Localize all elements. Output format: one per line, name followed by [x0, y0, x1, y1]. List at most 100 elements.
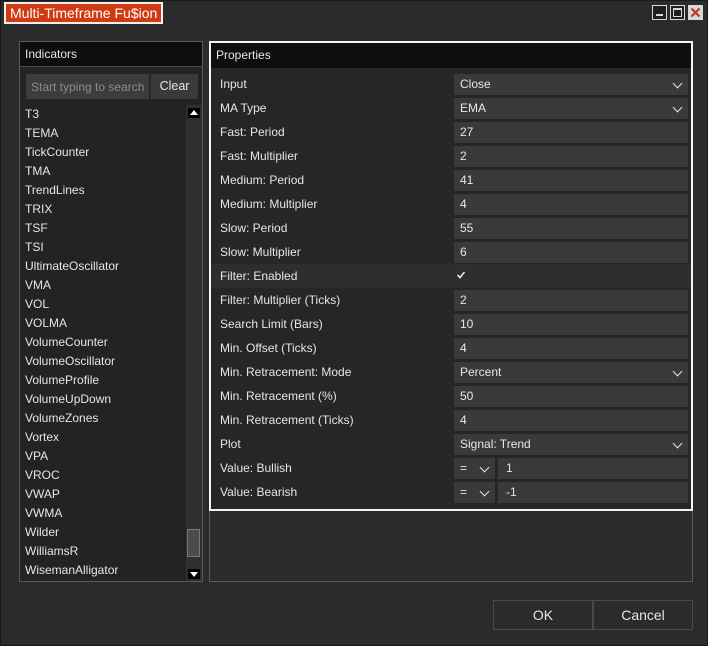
indicator-list-item[interactable]: WisemanAlligator: [20, 561, 186, 580]
slow-period-field[interactable]: 55: [454, 218, 688, 239]
property-label: Medium: Multiplier: [220, 197, 318, 211]
min-retracement-pct-field[interactable]: 50: [454, 386, 688, 407]
indicator-list-item[interactable]: VOL: [20, 295, 186, 314]
indicator-list-item[interactable]: TickCounter: [20, 143, 186, 162]
input-select[interactable]: Close: [454, 74, 688, 95]
ok-button[interactable]: OK: [493, 600, 593, 630]
property-row-min-retracement-ticks: Min. Retracement (Ticks) 4: [211, 408, 691, 432]
property-label: Min. Retracement (%): [220, 389, 337, 403]
scroll-down-icon[interactable]: [188, 569, 200, 579]
property-label: Search Limit (Bars): [220, 317, 323, 331]
title-bar[interactable]: Multi-Timeframe Fu$ion: [1, 1, 707, 25]
indicator-list-item[interactable]: TMA: [20, 162, 186, 181]
property-row-ma-type: MA Type EMA: [211, 96, 691, 120]
indicator-list-item[interactable]: TRIX: [20, 200, 186, 219]
indicator-list-item[interactable]: TSI: [20, 238, 186, 257]
dialog-window: Multi-Timeframe Fu$ion Indicators Clear …: [0, 0, 708, 646]
property-label: Plot: [220, 437, 241, 451]
clear-button[interactable]: Clear: [150, 74, 198, 99]
bearish-value-field[interactable]: -1: [498, 482, 688, 503]
property-row-search-limit: Search Limit (Bars) 10: [211, 312, 691, 336]
property-row-slow-period: Slow: Period 55: [211, 216, 691, 240]
filter-enabled-checkbox[interactable]: [454, 266, 688, 287]
checkmark-icon: [456, 271, 466, 279]
property-row-min-retracement-pct: Min. Retracement (%) 50: [211, 384, 691, 408]
indicator-list-item[interactable]: VWMA: [20, 504, 186, 523]
property-row-fast-multiplier: Fast: Multiplier 2: [211, 144, 691, 168]
property-label: Value: Bearish: [220, 485, 298, 499]
property-label: MA Type: [220, 101, 267, 115]
property-label: Slow: Multiplier: [220, 245, 301, 259]
window-title: Multi-Timeframe Fu$ion: [4, 2, 164, 24]
ma-type-select[interactable]: EMA: [454, 98, 688, 119]
search-input[interactable]: [26, 74, 149, 99]
property-row-min-offset: Min. Offset (Ticks) 4: [211, 336, 691, 360]
property-row-value-bullish: Value: Bullish = 1: [211, 456, 691, 480]
indicator-list-item[interactable]: T3: [20, 105, 186, 124]
minimize-icon[interactable]: [652, 5, 667, 20]
indicator-search: Clear: [26, 74, 198, 99]
property-row-medium-period: Medium: Period 41: [211, 168, 691, 192]
indicator-list-item[interactable]: Wilder: [20, 523, 186, 542]
properties-panel: Properties Input Close MA Type EMA Fast:…: [209, 41, 693, 511]
property-label: Fast: Period: [220, 125, 285, 139]
property-label: Slow: Period: [220, 221, 288, 235]
min-retracement-ticks-field[interactable]: 4: [454, 410, 688, 431]
medium-period-field[interactable]: 41: [454, 170, 688, 191]
scroll-thumb[interactable]: [187, 529, 200, 557]
property-label: Fast: Multiplier: [220, 149, 299, 163]
bullish-operator-select[interactable]: =: [454, 458, 495, 479]
fast-period-field[interactable]: 27: [454, 122, 688, 143]
bullish-value-field[interactable]: 1: [498, 458, 688, 479]
indicators-header: Indicators: [20, 42, 202, 67]
property-row-fast-period: Fast: Period 27: [211, 120, 691, 144]
min-retracement-mode-select[interactable]: Percent: [454, 362, 688, 383]
indicator-list-item[interactable]: VPA: [20, 447, 186, 466]
indicators-panel: Indicators Clear T3TEMATickCounterTMATre…: [19, 41, 203, 582]
property-row-plot: Plot Signal: Trend: [211, 432, 691, 456]
property-label: Min. Offset (Ticks): [220, 341, 317, 355]
bearish-operator-select[interactable]: =: [454, 482, 495, 503]
indicator-list-item[interactable]: TSF: [20, 219, 186, 238]
property-row-filter-multiplier: Filter: Multiplier (Ticks) 2: [211, 288, 691, 312]
indicator-list-item[interactable]: VolumeOscillator: [20, 352, 186, 371]
indicator-list[interactable]: T3 TEMA TickCounter TMA TrendLines TRIX TSF TSI…: [20, 105, 186, 581]
property-row-slow-multiplier: Slow: Multiplier 6: [211, 240, 691, 264]
indicator-list-item[interactable]: VMA: [20, 276, 186, 295]
medium-multiplier-field[interactable]: 4: [454, 194, 688, 215]
min-offset-field[interactable]: 4: [454, 338, 688, 359]
search-limit-field[interactable]: 10: [454, 314, 688, 335]
property-row-medium-multiplier: Medium: Multiplier 4: [211, 192, 691, 216]
indicator-scrollbar[interactable]: [186, 105, 202, 581]
property-row-input: Input Close: [211, 72, 691, 96]
property-row-min-retracement-mode: Min. Retracement: Mode Percent: [211, 360, 691, 384]
indicator-list-item[interactable]: WilliamsR: [20, 542, 186, 561]
indicator-list-item[interactable]: VolumeCounter: [20, 333, 186, 352]
indicator-list-item[interactable]: VROC: [20, 466, 186, 485]
maximize-icon[interactable]: [670, 5, 685, 20]
plot-select[interactable]: Signal: Trend: [454, 434, 688, 455]
indicator-list-item[interactable]: VOLMA: [20, 314, 186, 333]
fast-multiplier-field[interactable]: 2: [454, 146, 688, 167]
filter-multiplier-field[interactable]: 2: [454, 290, 688, 311]
indicator-list-item[interactable]: TrendLines: [20, 181, 186, 200]
close-icon[interactable]: [688, 5, 703, 20]
slow-multiplier-field[interactable]: 6: [454, 242, 688, 263]
indicator-list-item[interactable]: VolumeUpDown: [20, 390, 186, 409]
property-label: Medium: Period: [220, 173, 305, 187]
indicator-list-item[interactable]: VWAP: [20, 485, 186, 504]
indicator-list-item[interactable]: VolumeProfile: [20, 371, 186, 390]
scroll-up-icon[interactable]: [188, 108, 200, 118]
indicator-list-item[interactable]: TEMA: [20, 124, 186, 143]
property-label: Min. Retracement: Mode: [220, 365, 352, 379]
indicator-list-item[interactable]: VolumeZones: [20, 409, 186, 428]
cancel-button[interactable]: Cancel: [593, 600, 693, 630]
property-label: Filter: Multiplier (Ticks): [220, 293, 341, 307]
property-label: Input: [220, 77, 247, 91]
property-row-value-bearish: Value: Bearish = -1: [211, 480, 691, 504]
property-label: Filter: Enabled: [220, 269, 298, 283]
indicator-list-item[interactable]: Vortex: [20, 428, 186, 447]
property-row-filter-enabled: Filter: Enabled: [211, 264, 691, 288]
property-label: Min. Retracement (Ticks): [220, 413, 354, 427]
indicator-list-item[interactable]: UltimateOscillator: [20, 257, 186, 276]
